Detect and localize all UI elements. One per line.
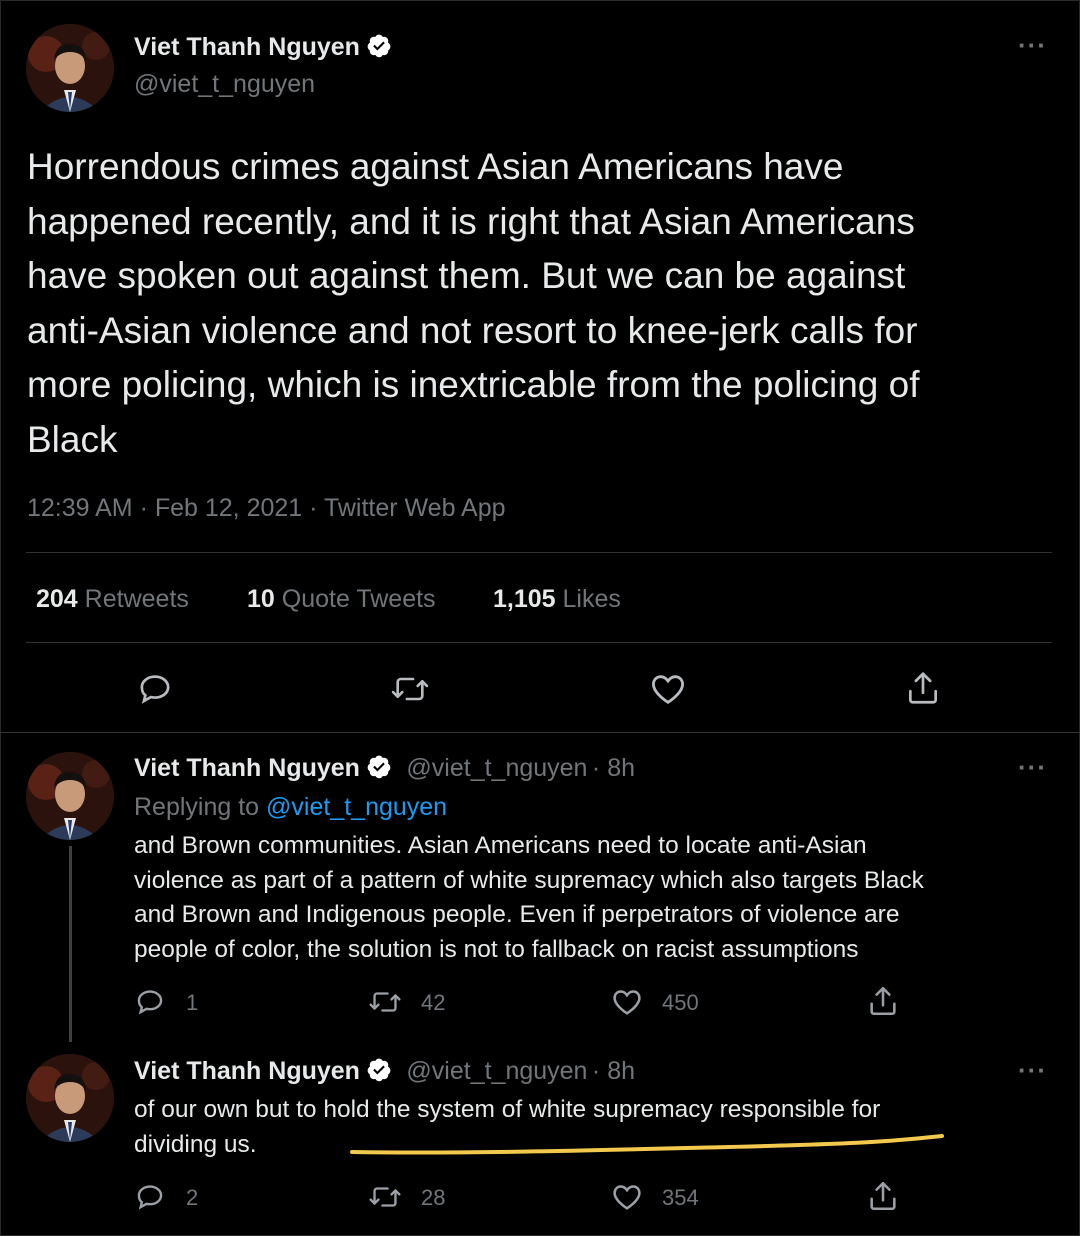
- avatar[interactable]: [26, 1054, 114, 1142]
- like-heart-icon[interactable]: [610, 985, 644, 1019]
- retweet-count: 28: [421, 1185, 446, 1210]
- verified-badge-icon: [366, 754, 392, 780]
- tweet-text-line: Black: [27, 418, 118, 460]
- tweet-text-line: happened recently, and it is right that …: [27, 200, 915, 242]
- highlight-underline: [350, 1134, 944, 1155]
- author-name-text: Viet Thanh Nguyen: [134, 33, 360, 61]
- reply-time[interactable]: · 8h: [592, 1057, 635, 1085]
- author-name[interactable]: Viet Thanh Nguyen: [134, 754, 360, 782]
- likes-label: Likes: [562, 585, 621, 613]
- tweet-text-line: Horrendous crimes against Asian American…: [27, 146, 844, 187]
- reply-icon[interactable]: [134, 986, 166, 1018]
- verified-badge-icon: [366, 33, 392, 59]
- author-name[interactable]: Viet Thanh Nguyen: [134, 1057, 360, 1085]
- tweet-text-line: have spoken out against them. But we can…: [27, 255, 906, 296]
- avatar[interactable]: [26, 752, 114, 840]
- replying-to-link[interactable]: @viet_t_nguyen: [266, 793, 447, 821]
- more-options-icon[interactable]: ···: [1018, 752, 1047, 783]
- like-count: 450: [662, 990, 699, 1015]
- reply-text-line: and Brown and Indigenous people. Even if…: [134, 901, 900, 928]
- reply-count: 1: [186, 990, 199, 1015]
- reply-icon[interactable]: [136, 670, 174, 708]
- more-options-icon[interactable]: ···: [1018, 30, 1047, 61]
- avatar[interactable]: [26, 24, 114, 112]
- divider: [26, 642, 1052, 643]
- reply-count: 2: [186, 1185, 199, 1210]
- reply-header: Viet Thanh Nguyen @viet_t_nguyen · 8h: [134, 1057, 635, 1086]
- tweet-text-line: anti-Asian violence and not resort to kn…: [27, 309, 918, 351]
- thread-connector-line: [69, 846, 72, 1042]
- quote-tweets-label: Quote Tweets: [281, 585, 436, 613]
- avatar-photo-icon: [26, 1054, 114, 1142]
- reply-time[interactable]: · 8h: [592, 754, 635, 782]
- verified-badge-icon: [366, 1057, 392, 1083]
- author-handle[interactable]: @viet_t_nguyen: [406, 1057, 587, 1085]
- replying-to-prefix: Replying to: [134, 793, 260, 821]
- tweet-text-line: more policing, which is inextricable fro…: [27, 364, 920, 405]
- retweet-icon[interactable]: [368, 1181, 402, 1213]
- reply-text-line: and Brown communities. Asian Americans n…: [134, 832, 867, 859]
- author-handle[interactable]: @viet_t_nguyen: [134, 70, 315, 99]
- divider: [26, 552, 1052, 553]
- retweets-count: 204: [36, 585, 78, 613]
- share-icon[interactable]: [866, 984, 900, 1018]
- tweet-text: Horrendous crimes against Asian American…: [27, 140, 1057, 467]
- retweets-label: Retweets: [84, 585, 189, 613]
- like-count: 354: [662, 1185, 699, 1210]
- retweet-icon[interactable]: [390, 670, 430, 708]
- reply-text-line: of our own but to hold the system of whi…: [134, 1096, 881, 1123]
- avatar-photo-icon: [26, 24, 114, 112]
- reply-icon[interactable]: [134, 1181, 166, 1213]
- avatar-photo-icon: [26, 752, 114, 840]
- like-heart-icon[interactable]: [610, 1180, 644, 1214]
- reply-text-line: violence as part of a pattern of white s…: [134, 866, 924, 894]
- replying-to: Replying to @viet_t_nguyen: [134, 793, 447, 822]
- like-heart-icon[interactable]: [648, 669, 688, 709]
- section-divider: [0, 732, 1080, 733]
- likes-count: 1,105: [493, 585, 556, 613]
- likes-stat[interactable]: 1,105 Likes: [493, 585, 621, 614]
- retweet-icon[interactable]: [368, 986, 402, 1018]
- tweet-timestamp[interactable]: 12:39 AM · Feb 12, 2021 · Twitter Web Ap…: [27, 494, 506, 523]
- author-name[interactable]: Viet Thanh Nguyen: [134, 33, 392, 62]
- more-options-icon[interactable]: ···: [1018, 1055, 1047, 1086]
- retweets-stat[interactable]: 204 Retweets: [36, 585, 189, 614]
- reply-header: Viet Thanh Nguyen @viet_t_nguyen · 8h: [134, 754, 635, 783]
- reply-text: and Brown communities. Asian Americans n…: [134, 829, 1064, 967]
- quote-tweets-stat[interactable]: 10 Quote Tweets: [247, 585, 436, 614]
- share-icon[interactable]: [866, 1179, 900, 1213]
- author-handle[interactable]: @viet_t_nguyen: [406, 754, 587, 782]
- share-icon[interactable]: [904, 668, 942, 708]
- reply-text-line: people of color, the solution is not to …: [134, 935, 859, 963]
- quote-tweets-count: 10: [247, 585, 275, 613]
- retweet-count: 42: [421, 990, 446, 1015]
